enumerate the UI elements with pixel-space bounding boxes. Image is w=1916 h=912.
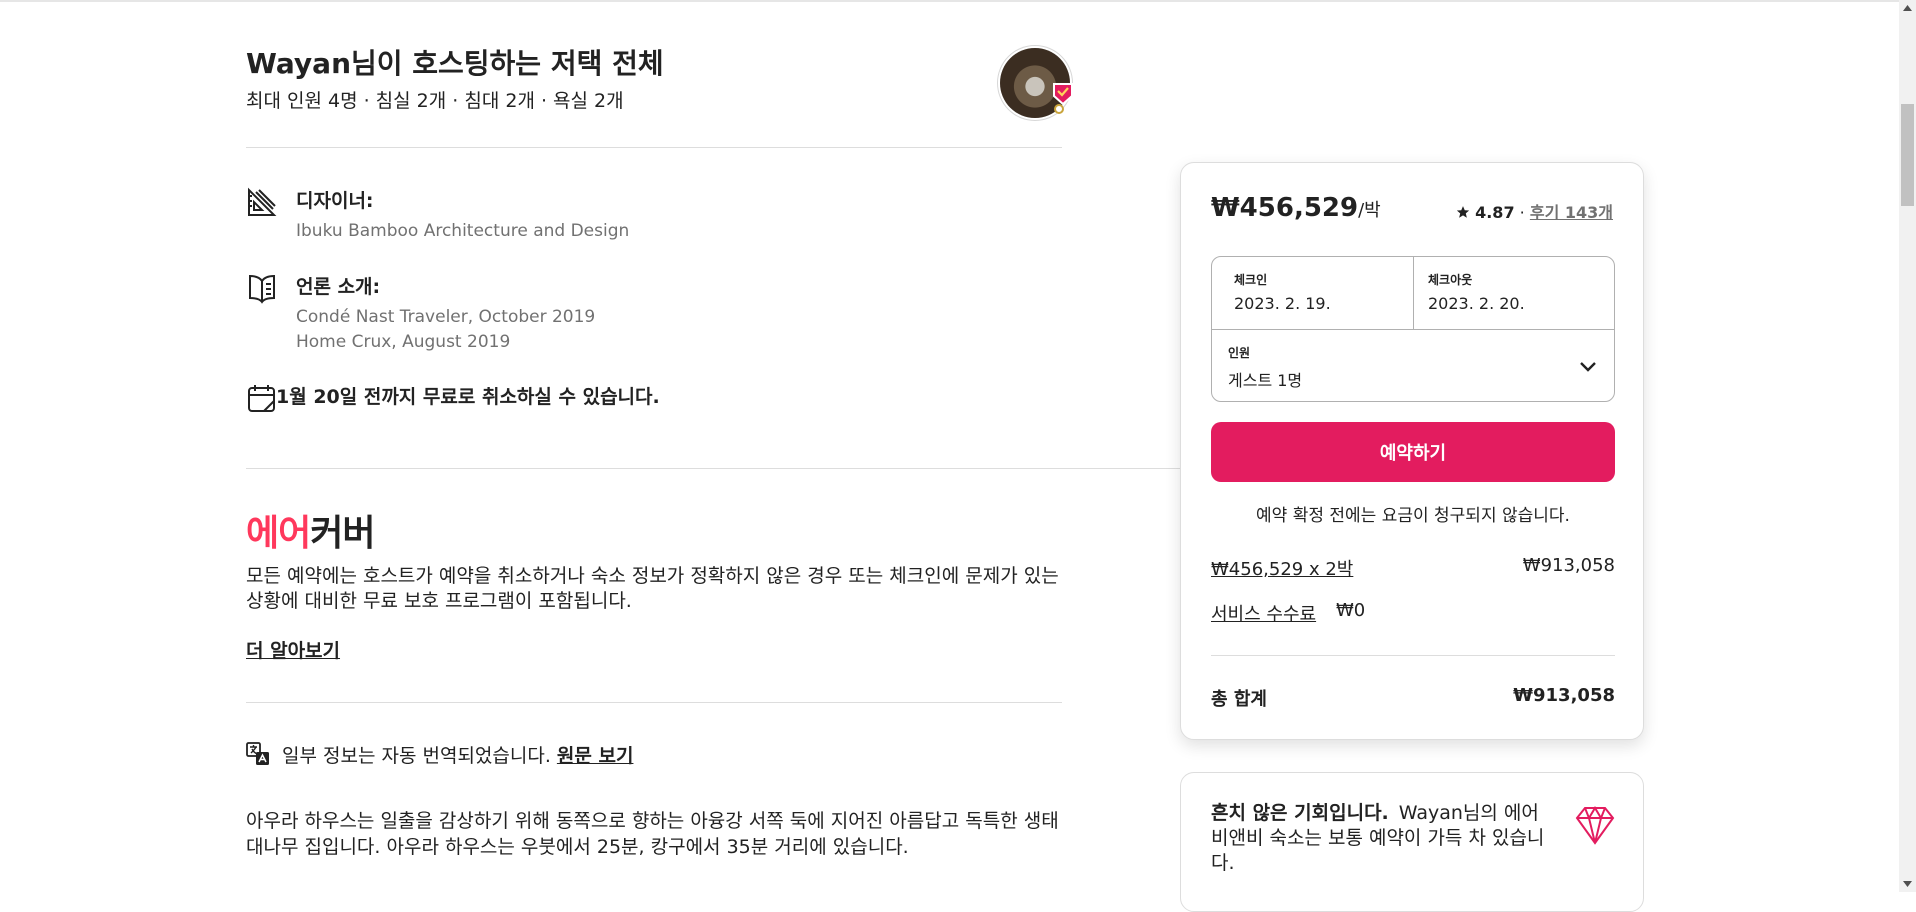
checkout-label: 체크아웃 <box>1428 273 1473 287</box>
press-mention: Home Crux, August 2019 <box>296 332 511 352</box>
translate-icon <box>246 742 269 765</box>
aircover-description: 모든 예약에는 호스트가 예약을 취소하거나 숙소 정보가 정확하지 않은 경우… <box>246 565 1059 612</box>
designer-title: 디자이너: <box>296 190 374 212</box>
aircover-logo: 에어커버 <box>246 504 376 556</box>
listing-title: Wayan님이 호스팅하는 저택 전체 <box>246 47 664 80</box>
nights-amount: ₩913,058 <box>1522 555 1615 576</box>
scroll-up-icon[interactable] <box>1902 3 1913 13</box>
checkin-field[interactable]: 체크인 2023. 2. 19. <box>1212 257 1414 329</box>
view-original-link[interactable]: 원문 보기 <box>557 745 634 767</box>
listing-description: 아우라 하우스는 일출을 감상하기 위해 동쪽으로 향하는 아융강 서쪽 둑에 … <box>246 810 1059 858</box>
superhost-badge-icon <box>1053 83 1073 106</box>
nights-breakdown-link[interactable]: ₩456,529 x 2박 <box>1211 555 1353 581</box>
reviews-link[interactable]: 후기 143개 <box>1530 203 1613 222</box>
translation-notice: 일부 정보는 자동 번역되었습니다. 원문 보기 <box>246 740 1062 770</box>
total-row: 총 합계 ₩913,058 <box>1211 685 1615 711</box>
drafting-tools-icon <box>248 187 277 216</box>
nightly-price: ₩456,529/박 <box>1211 193 1381 223</box>
press-mention: Condé Nast Traveler, October 2019 <box>296 307 596 327</box>
calendar-icon <box>248 385 275 412</box>
diamond-icon <box>1575 806 1615 845</box>
guests-selector[interactable]: 인원 게스트 1명 <box>1212 329 1614 401</box>
scrollbar-thumb[interactable] <box>1901 104 1914 206</box>
scroll-down-icon[interactable] <box>1902 879 1913 889</box>
reserve-button[interactable]: 예약하기 <box>1211 422 1615 482</box>
press-title: 언론 소개: <box>296 276 381 298</box>
card-divider <box>1211 655 1615 656</box>
cancellation-text: 1월 20일 전까지 무료로 취소하실 수 있습니다. <box>276 386 660 408</box>
translation-notice-text: 일부 정보는 자동 번역되었습니다. <box>282 745 551 767</box>
guests-value: 게스트 1명 <box>1228 371 1303 390</box>
aircover-logo-part: 커버 <box>310 513 375 554</box>
listing-subtitle: 최대 인원 4명 · 침실 2개 · 침대 2개 · 욕실 2개 <box>246 90 624 112</box>
price-unit: /박 <box>1358 200 1381 221</box>
cancellation-feature: 1월 20일 전까지 무료로 취소하실 수 있습니다. <box>246 380 1062 414</box>
guests-label: 인원 <box>1228 346 1251 360</box>
rare-find-title: 흔치 않은 기회입니다. <box>1211 802 1389 824</box>
rare-find-card: 흔치 않은 기회입니다. Wayan님의 에어비앤비 숙소는 보통 예약이 가득 … <box>1180 772 1644 912</box>
price-value: ₩456,529 <box>1211 193 1359 223</box>
scrollbar[interactable] <box>1899 0 1916 892</box>
open-book-icon <box>249 274 275 304</box>
section-divider <box>246 702 1062 703</box>
star-icon <box>1456 206 1470 218</box>
press-feature: 언론 소개: Condé Nast Traveler, October 2019… <box>246 272 1062 352</box>
checkout-field[interactable]: 체크아웃 2023. 2. 20. <box>1414 257 1616 329</box>
designer-name: Ibuku Bamboo Architecture and Design <box>296 221 630 241</box>
aircover-logo-part: 에어 <box>246 513 311 554</box>
booking-card: ₩456,529/박 4.87 · 후기 143개 체크인 2023. 2. 1… <box>1180 162 1644 740</box>
date-guest-picker: 체크인 2023. 2. 19. 체크아웃 2023. 2. 20. 인원 게스… <box>1211 256 1615 402</box>
avatar-status-dot <box>1054 104 1064 114</box>
designer-feature: 디자이너: Ibuku Bamboo Architecture and Desi… <box>246 186 1062 246</box>
service-fee-amount: ₩0 <box>1336 600 1366 621</box>
total-label: 총 합계 <box>1211 689 1267 710</box>
top-divider <box>0 0 1899 2</box>
checkout-date: 2023. 2. 20. <box>1428 294 1525 313</box>
no-charge-notice: 예약 확정 전에는 요금이 청구되지 않습니다. <box>1256 506 1570 526</box>
total-amount: ₩913,058 <box>1513 685 1615 706</box>
section-divider <box>246 147 1062 148</box>
rating-separator: · <box>1519 203 1525 222</box>
learn-more-link[interactable]: 더 알아보기 <box>246 636 340 663</box>
chevron-down-icon <box>1580 362 1596 372</box>
service-fee-line-item: 서비스 수수료 ₩0 <box>1211 600 1615 626</box>
checkin-label: 체크인 <box>1234 273 1268 287</box>
service-fee-link[interactable]: 서비스 수수료 <box>1211 600 1316 626</box>
rating-summary: 4.87 · 후기 143개 <box>1456 199 1613 223</box>
rating-value: 4.87 <box>1475 203 1515 222</box>
nights-line-item: ₩456,529 x 2박 ₩913,058 <box>1211 555 1615 581</box>
checkin-date: 2023. 2. 19. <box>1234 294 1331 313</box>
